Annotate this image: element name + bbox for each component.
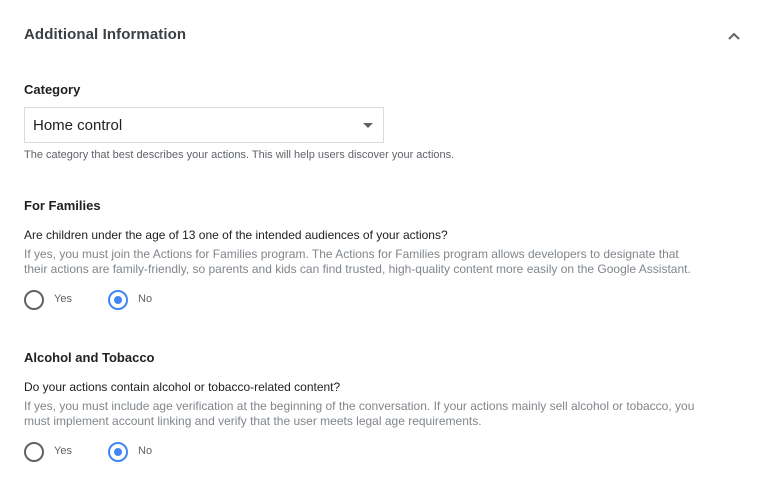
- radio-label: Yes: [54, 293, 72, 305]
- families-description-line: their actions are family-friendly, so pa…: [24, 262, 691, 276]
- families-description-line: If yes, you must join the Actions for Fa…: [24, 247, 679, 261]
- families-no-radio[interactable]: No: [108, 290, 168, 310]
- additional-information-panel: Additional Information Category Home con…: [0, 0, 770, 487]
- chevron-up-icon[interactable]: [724, 26, 744, 46]
- alcohol-description-line: must implement account linking and verif…: [24, 414, 482, 428]
- families-yes-radio[interactable]: Yes: [24, 290, 84, 310]
- radio-label: No: [138, 293, 153, 305]
- radio-unchecked-icon: [24, 290, 44, 310]
- alcohol-description-line: If yes, you must include age verificatio…: [24, 399, 695, 413]
- radio-label: No: [138, 445, 153, 457]
- families-description: If yes, you must join the Actions for Fa…: [24, 247, 759, 277]
- alcohol-description: If yes, you must include age verificatio…: [24, 399, 759, 429]
- families-question: Are children under the age of 13 one of …: [24, 228, 448, 242]
- section-header[interactable]: Additional Information: [24, 24, 754, 48]
- alcohol-no-radio[interactable]: No: [108, 442, 168, 462]
- alcohol-yes-radio[interactable]: Yes: [24, 442, 84, 462]
- category-hint: The category that best describes your ac…: [24, 149, 455, 161]
- category-selected-value: Home control: [33, 117, 123, 134]
- radio-checked-icon: [108, 442, 128, 462]
- radio-label: Yes: [54, 445, 72, 457]
- radio-checked-icon: [108, 290, 128, 310]
- alcohol-title: Alcohol and Tobacco: [24, 350, 155, 365]
- families-title: For Families: [24, 198, 101, 213]
- section-title: Additional Information: [24, 26, 187, 43]
- dropdown-arrow-icon: [363, 123, 373, 128]
- radio-unchecked-icon: [24, 442, 44, 462]
- category-select[interactable]: Home control: [24, 107, 384, 143]
- alcohol-question: Do your actions contain alcohol or tobac…: [24, 380, 341, 394]
- category-label: Category: [24, 82, 81, 97]
